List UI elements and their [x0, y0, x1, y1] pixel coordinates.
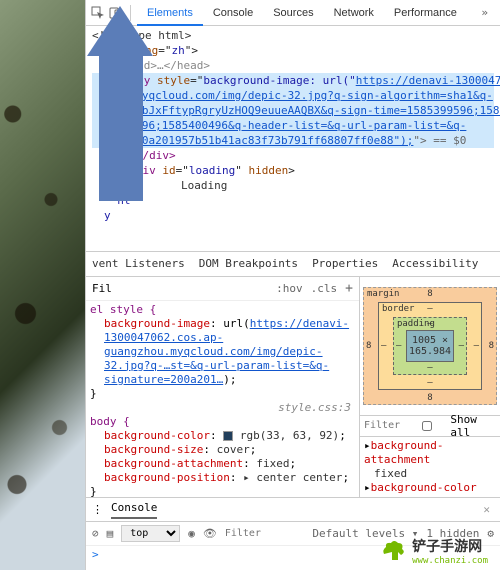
show-all-label: Show all: [450, 413, 496, 439]
console-sidebar-icon[interactable]: ▤: [107, 527, 114, 540]
console-eye-icon[interactable]: 👁: [203, 527, 217, 540]
hov-toggle[interactable]: :hov: [276, 282, 303, 295]
toolbar-separator: [130, 5, 131, 21]
show-all-checkbox[interactable]: [410, 421, 444, 431]
computed-filter-row: Show all: [360, 415, 500, 437]
computed-filter-input[interactable]: [364, 420, 404, 431]
devtools-panel: Elements Console Sources Network Perform…: [85, 0, 500, 570]
filter-label: Fil: [92, 282, 112, 295]
tab-performance[interactable]: Performance: [384, 0, 467, 26]
watermark-icon: [380, 538, 406, 564]
watermark: 铲子手游网 www.chanzi.com: [380, 536, 488, 566]
tab-elements[interactable]: Elements: [137, 0, 203, 26]
tabs-overflow[interactable]: »: [473, 6, 496, 19]
devtools-tabs: Elements Console Sources Network Perform…: [137, 0, 467, 26]
styles-filter-row: Fil :hov .cls +: [86, 277, 359, 301]
console-menu-icon[interactable]: ⋮: [92, 503, 103, 516]
styles-lower: Fil :hov .cls + el style { background-im…: [86, 277, 500, 498]
styles-column: Fil :hov .cls + el style { background-im…: [86, 277, 360, 498]
tab-sources[interactable]: Sources: [263, 0, 323, 26]
styles-body[interactable]: el style { background-image: url(https:/…: [86, 301, 359, 498]
page-background: [0, 0, 85, 570]
computed-column: margin 8888 border –––– padding –––– 100…: [360, 277, 500, 498]
head-node[interactable]: ▸ <head>…</head>: [104, 59, 210, 72]
watermark-url: www.chanzi.com: [412, 556, 488, 566]
console-clear-icon[interactable]: ⊘: [92, 527, 99, 540]
styles-subpanel-tabs: vent Listeners DOM Breakpoints Propertie…: [86, 251, 500, 277]
subtab-accessibility[interactable]: Accessibility: [392, 257, 478, 270]
console-settings-icon[interactable]: ✕: [483, 503, 490, 516]
dom-tree[interactable]: <!doctype html> <html lang="zh"> ▸ <head…: [86, 26, 500, 251]
new-style-rule[interactable]: +: [345, 281, 353, 296]
devtools-toolbar: Elements Console Sources Network Perform…: [86, 0, 500, 26]
cls-toggle[interactable]: .cls: [311, 282, 338, 295]
tab-console[interactable]: Console: [203, 0, 263, 26]
color-swatch[interactable]: [223, 431, 233, 441]
subtab-dom-breakpoints[interactable]: DOM Breakpoints: [199, 257, 298, 270]
console-gear-icon[interactable]: ⚙: [487, 527, 494, 540]
subtab-properties[interactable]: Properties: [312, 257, 378, 270]
watermark-title: 铲子手游网: [412, 536, 488, 556]
doctype: <!doctype html>: [92, 29, 191, 42]
console-context-select[interactable]: top: [121, 525, 180, 542]
console-filter-input[interactable]: [225, 528, 285, 539]
computed-list[interactable]: ▸background-attachmentfixed ▸background-…: [360, 437, 500, 498]
box-model-content: 1005 × 165.984: [406, 330, 454, 362]
tab-network[interactable]: Network: [324, 0, 384, 26]
inspect-icon[interactable]: [90, 5, 106, 21]
styles-filter-input[interactable]: [120, 282, 268, 295]
box-model[interactable]: margin 8888 border –––– padding –––– 100…: [360, 277, 500, 415]
body-node[interactable]: ▾ <body style="background-image: url("ht…: [92, 73, 494, 88]
console-tab[interactable]: Console: [111, 501, 157, 519]
subtab-event-listeners[interactable]: vent Listeners: [92, 257, 185, 270]
device-toggle-icon[interactable]: [108, 5, 124, 21]
